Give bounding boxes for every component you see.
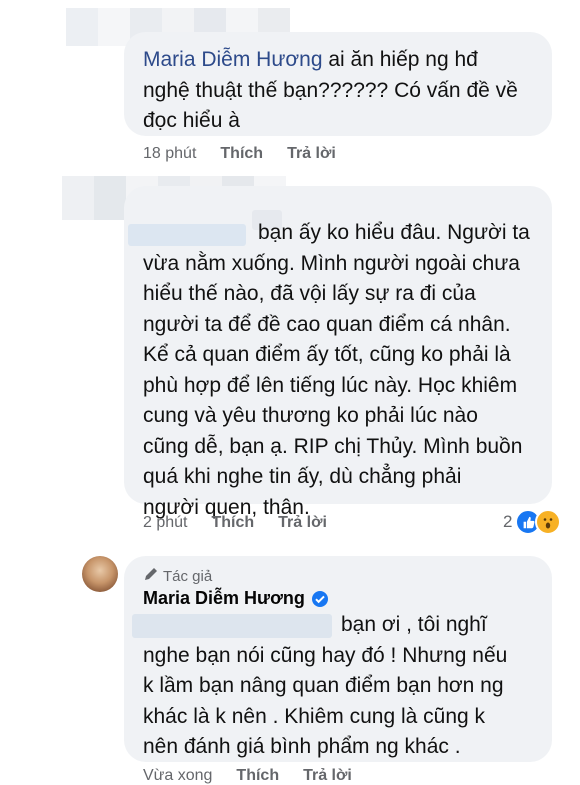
pencil-icon: [143, 566, 159, 586]
author-badge: Tác giả: [143, 566, 212, 586]
comment-1-text: Maria Diễm Hương ai ăn hiếp ng hđ nghệ t…: [143, 45, 543, 137]
comment-2-line: bạn ấy ko hiểu đâu. Người ta: [258, 221, 530, 244]
reaction-count: 2: [503, 512, 513, 531]
comment-3-line: nên đánh giá bình phẩm ng khác .: [143, 735, 461, 758]
comment-3-line: k lầm bạn nâng quan điểm bạn hơn ng: [143, 674, 504, 697]
comment-2-like-button[interactable]: Thích: [211, 514, 254, 532]
comment-2-line: cũng dễ, bạn ạ. RIP chị Thủy. Mình buồn: [143, 434, 523, 458]
comment-3-time: Vừa xong: [143, 767, 213, 784]
comment-3-reply-button[interactable]: Trả lời: [303, 767, 352, 785]
comment-3-author[interactable]: Maria Diễm Hương: [143, 588, 305, 609]
comment-2-time: 2 phút: [143, 514, 188, 531]
author-badge-label: Tác giả: [163, 567, 213, 585]
comment-1-author[interactable]: Maria Diễm Hương: [143, 48, 323, 71]
comment-2-line: quá khi nghe tin ấy, dù chẳng phải: [143, 465, 462, 488]
comment-1-line2: nghệ thuật thế bạn?????? Có vấn đề về: [143, 78, 518, 102]
comment-1-line1: ai ăn hiếp ng hđ: [322, 48, 478, 71]
comment-1-reply-button[interactable]: Trả lời: [287, 145, 336, 163]
comment-2-line: người ta để đề cao quan điểm cá nhân.: [143, 312, 511, 336]
comment-3-text: bạn ơi , tôi nghĩ nghe bạn nói cũng hay …: [143, 610, 553, 763]
comment-2-line: vừa nằm xuống. Mình người ngoài chưa: [143, 251, 520, 275]
comment-3-line: bạn ơi , tôi nghĩ: [341, 613, 487, 636]
comment-2-reply-button[interactable]: Trả lời: [278, 514, 327, 532]
comment-2-text: bạn ấy ko hiểu đâu. Người ta vừa nằm xuố…: [143, 218, 553, 523]
comment-2-line: hiểu thế nào, đã vội lấy sự ra đi của: [143, 282, 476, 305]
comment-2-reactions[interactable]: 2: [503, 509, 562, 535]
verified-icon: [311, 590, 329, 608]
comment-1-line3: đọc hiểu à: [143, 109, 240, 132]
comment-2-line: Kể cả quan điểm ấy tốt, cũng ko phải là: [143, 343, 511, 366]
comment-2-line: cung và yêu thương ko phải lúc nào: [143, 404, 478, 427]
comment-3-author-row: Maria Diễm Hương: [143, 588, 329, 609]
comment-2-actions: 2 phút Thích Trả lời: [143, 514, 351, 532]
comment-3-like-button[interactable]: Thích: [236, 767, 279, 785]
comment-1-like-button[interactable]: Thích: [220, 145, 263, 163]
comment-2-line: phù hợp để lên tiếng lúc này. Học khiêm: [143, 373, 518, 397]
comment-1-actions: 18 phút Thích Trả lời: [143, 145, 360, 163]
author-avatar[interactable]: [82, 556, 118, 592]
comment-3-line: nghe bạn nói cũng hay đó ! Nhưng nếu: [143, 643, 508, 667]
wow-reaction-icon: [535, 509, 562, 535]
comment-3-line: khác là k nên . Khiêm cung là cũng k: [143, 704, 486, 728]
comment-1-time: 18 phút: [143, 145, 197, 162]
comment-3-actions: Vừa xong Thích Trả lời: [143, 767, 376, 785]
